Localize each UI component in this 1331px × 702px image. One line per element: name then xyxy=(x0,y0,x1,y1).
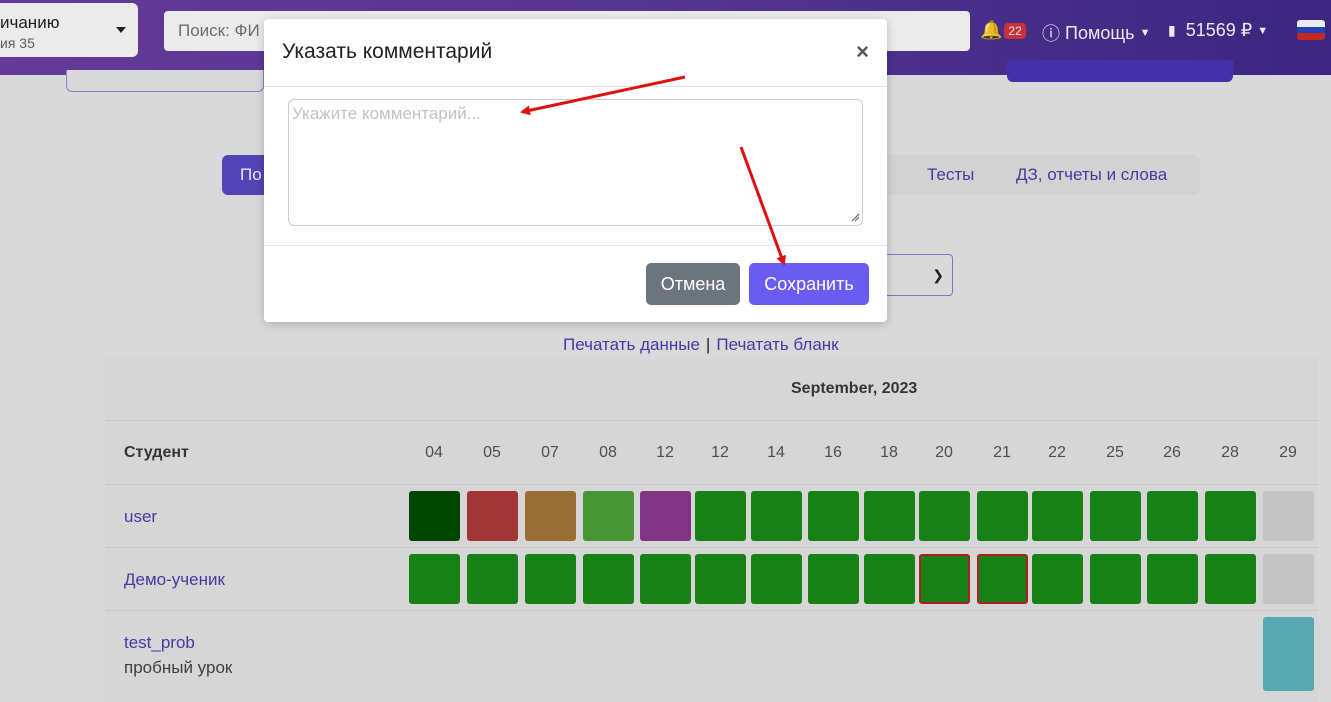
save-button[interactable]: Сохранить xyxy=(749,263,869,305)
divider xyxy=(264,245,887,246)
close-icon[interactable]: × xyxy=(856,39,869,65)
comment-textarea[interactable] xyxy=(288,99,863,226)
divider xyxy=(264,86,887,87)
modal-title: Указать комментарий xyxy=(282,40,493,63)
resize-handle-icon[interactable] xyxy=(850,212,860,222)
comment-modal: Указать комментарий × Отмена Сохранить xyxy=(264,19,887,322)
cancel-button[interactable]: Отмена xyxy=(646,263,740,305)
